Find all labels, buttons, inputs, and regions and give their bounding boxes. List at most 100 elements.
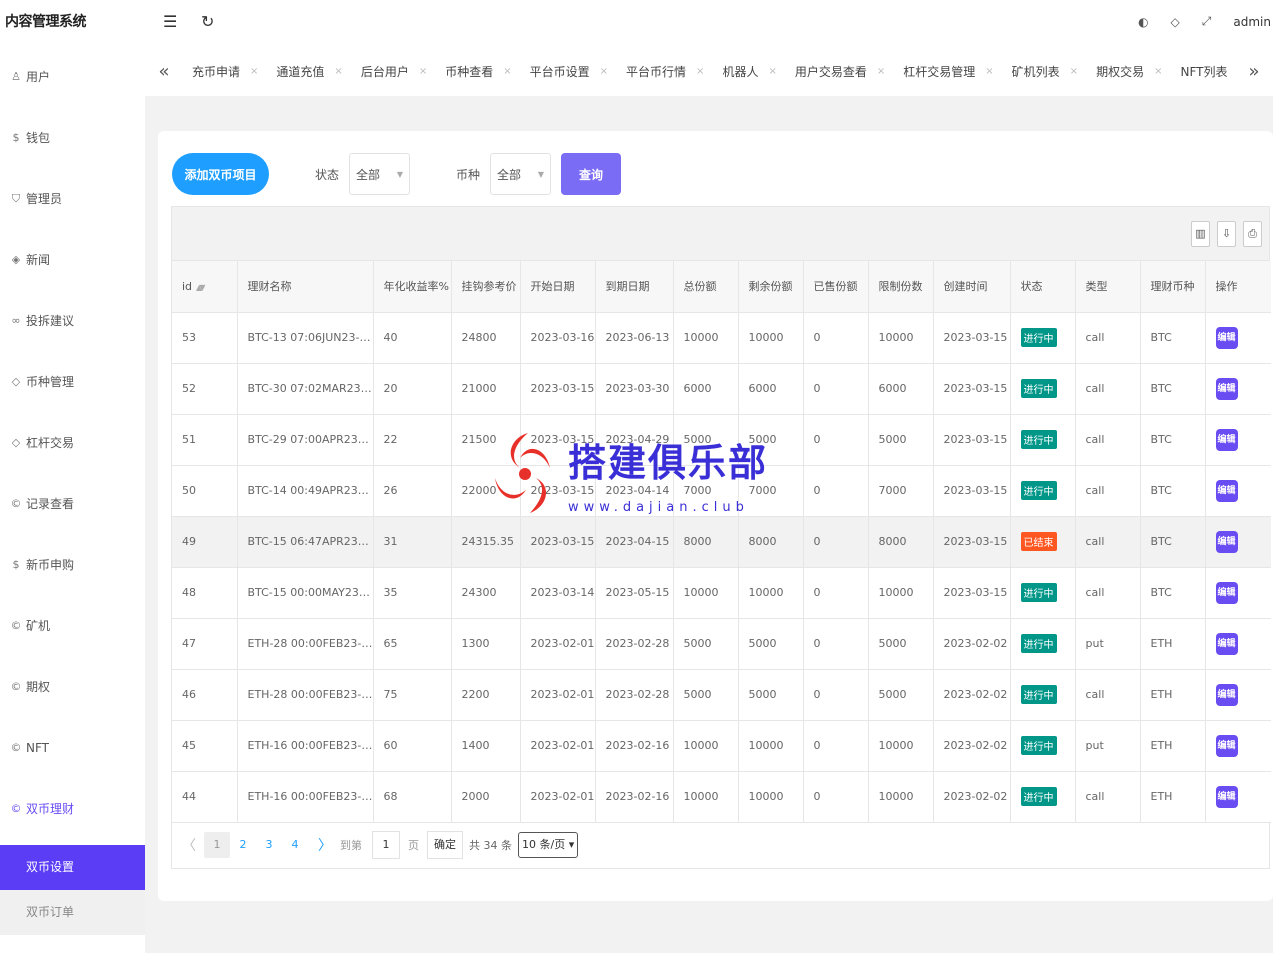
- close-icon[interactable]: ×: [1154, 66, 1162, 77]
- tab[interactable]: 后台用户 ×: [352, 49, 436, 93]
- cell-sold: 0: [803, 720, 869, 772]
- sidebar-item[interactable]: ⛉ 管理员: [0, 168, 145, 229]
- column-header-label: id: [182, 279, 193, 293]
- page-number[interactable]: 2: [230, 832, 256, 858]
- circle-c-icon: ©: [10, 497, 22, 510]
- goto-page-input[interactable]: 1: [372, 831, 400, 859]
- user-name[interactable]: admin: [1233, 15, 1271, 29]
- page-number[interactable]: 1: [204, 832, 230, 858]
- tab[interactable]: 通道充值 ×: [267, 49, 351, 93]
- refresh-icon[interactable]: ↻: [201, 12, 214, 31]
- print-icon[interactable]: ⎙: [1243, 221, 1262, 247]
- close-icon[interactable]: ×: [250, 66, 258, 77]
- column-header[interactable]: id ▲▼: [172, 261, 238, 313]
- cell-end: 2023-04-29: [595, 414, 674, 466]
- close-icon[interactable]: ×: [334, 66, 342, 77]
- sidebar-item[interactable]: ◇ 币种管理: [0, 351, 145, 412]
- sidebar-item[interactable]: ♙ 用户: [0, 46, 145, 107]
- cell-actions: 编辑: [1205, 669, 1271, 721]
- close-icon[interactable]: ×: [768, 66, 776, 77]
- export-icon[interactable]: ⇩: [1217, 221, 1236, 247]
- tabs-prev-icon[interactable]: «: [145, 61, 183, 82]
- fullscreen-icon[interactable]: ⤢: [1202, 14, 1212, 29]
- edit-button[interactable]: 编辑: [1215, 785, 1238, 808]
- sidebar-item-label: 用户: [26, 70, 51, 84]
- sort-icon[interactable]: ▲▼: [196, 283, 205, 292]
- add-dual-coin-button[interactable]: 添加双币项目: [172, 153, 269, 195]
- cell-id: 52: [172, 363, 238, 415]
- app-root: 内容管理系统 ♙ 用户 $ 钱包 ⛉ 管理员 ◈ 新闻 ∞ 投拆建议 ◇ 币种管理 ◇ 杠杆交易 © 记录查看…: [0, 0, 1273, 953]
- tab[interactable]: 币种查看 ×: [436, 49, 520, 93]
- cell-type: call: [1075, 312, 1141, 364]
- edit-button[interactable]: 编辑: [1215, 377, 1238, 400]
- note-icon[interactable]: ◇: [1171, 15, 1180, 29]
- edit-button[interactable]: 编辑: [1215, 326, 1238, 349]
- cell-type: put: [1075, 720, 1141, 772]
- edit-button[interactable]: 编辑: [1215, 581, 1238, 604]
- close-icon[interactable]: ×: [503, 66, 511, 77]
- edit-button[interactable]: 编辑: [1215, 428, 1238, 451]
- sidebar-subitem[interactable]: 双币设置: [0, 845, 145, 890]
- close-icon[interactable]: ×: [1070, 66, 1078, 77]
- close-icon[interactable]: ×: [696, 66, 704, 77]
- sidebar-item[interactable]: © NFT: [0, 717, 145, 778]
- sidebar-item[interactable]: ◇ 杠杆交易: [0, 412, 145, 473]
- edit-button[interactable]: 编辑: [1215, 683, 1238, 706]
- sidebar-item[interactable]: $ 钱包: [0, 107, 145, 168]
- cell-actions: 编辑: [1205, 720, 1271, 772]
- column-header-label: 总份额: [683, 280, 717, 294]
- query-button[interactable]: 查询: [561, 153, 622, 195]
- cell-limit: 7000: [868, 465, 934, 517]
- close-icon[interactable]: ×: [985, 66, 993, 77]
- column-header-label: 剩余份额: [748, 280, 793, 294]
- tab[interactable]: 期权交易 ×: [1087, 49, 1171, 93]
- close-icon[interactable]: ×: [600, 66, 608, 77]
- cell-end: 2023-02-16: [595, 771, 674, 823]
- tab[interactable]: 平台币设置 ×: [521, 49, 617, 93]
- sidebar-item[interactable]: ◈ 新闻: [0, 229, 145, 290]
- sidebar-item[interactable]: © 期权: [0, 656, 145, 717]
- edit-button[interactable]: 编辑: [1215, 479, 1238, 502]
- tabs-next-icon[interactable]: »: [1235, 61, 1273, 82]
- next-page-icon[interactable]: 〉: [318, 835, 332, 855]
- pagination: 〈 1234 〉 到第 1 页 确定 共 34 条 10 条/页 ▾: [172, 822, 1269, 868]
- sidebar-item-label: 新闻: [26, 253, 51, 267]
- tab[interactable]: 矿机列表 ×: [1003, 49, 1087, 93]
- edit-button[interactable]: 编辑: [1215, 734, 1238, 757]
- close-icon[interactable]: ×: [419, 66, 427, 77]
- prev-page-icon[interactable]: 〈: [182, 835, 196, 855]
- page-size-select[interactable]: 10 条/页 ▾: [518, 832, 579, 858]
- tab[interactable]: 杠杆交易管理 ×: [894, 49, 1002, 93]
- sidebar-item[interactable]: ∞ 投拆建议: [0, 290, 145, 351]
- cell-total: 10000: [673, 567, 739, 619]
- tab[interactable]: 用户交易查看 ×: [786, 49, 894, 93]
- cell-sold: 0: [803, 516, 869, 568]
- tab[interactable]: 机器人 ×: [713, 49, 785, 93]
- columns-icon[interactable]: ▥: [1191, 221, 1210, 247]
- edit-button[interactable]: 编辑: [1215, 530, 1238, 553]
- close-icon[interactable]: ×: [877, 66, 885, 77]
- status-badge: 已结束: [1020, 532, 1057, 551]
- tab[interactable]: 充币申请 ×: [183, 49, 267, 93]
- page-number[interactable]: 3: [256, 832, 282, 858]
- cell-end: 2023-04-15: [595, 516, 674, 568]
- cell-coin: BTC: [1140, 516, 1206, 568]
- page-number[interactable]: 4: [282, 832, 308, 858]
- edit-button[interactable]: 编辑: [1215, 632, 1238, 655]
- theme-icon[interactable]: ◐: [1138, 15, 1148, 29]
- sidebar-item[interactable]: © 双币理财: [0, 778, 145, 839]
- sidebar-item[interactable]: © 记录查看: [0, 473, 145, 534]
- tab[interactable]: 平台币行情 ×: [617, 49, 713, 93]
- status-filter-select[interactable]: 全部 ▼: [349, 153, 411, 195]
- coin-filter-select[interactable]: 全部 ▼: [490, 153, 552, 195]
- cell-remain: 8000: [738, 516, 804, 568]
- goto-confirm-button[interactable]: 确定: [427, 831, 463, 859]
- tab[interactable]: NFT列表×: [1171, 49, 1235, 93]
- cell-limit: 5000: [868, 669, 934, 721]
- sidebar-item[interactable]: © 矿机: [0, 595, 145, 656]
- cell-start: 2023-03-15: [520, 414, 596, 466]
- indent-icon[interactable]: ☰: [163, 12, 177, 31]
- cell-id: 51: [172, 414, 238, 466]
- sidebar-item[interactable]: $ 新币申购: [0, 534, 145, 595]
- sidebar-subitem[interactable]: 双币订单: [0, 890, 145, 935]
